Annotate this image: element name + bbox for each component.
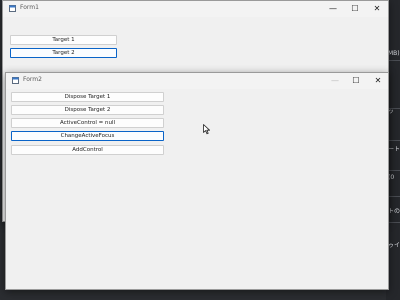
form2-titlebar[interactable]: Form2 — ☐ ✕ (6, 73, 388, 89)
form1-titlebar[interactable]: Form1 — ☐ ✕ (3, 1, 388, 17)
maximize-button[interactable]: ☐ (345, 73, 367, 89)
background-text: ゥイ (388, 242, 400, 249)
app-window-icon (9, 5, 16, 12)
close-button[interactable]: ✕ (367, 73, 389, 89)
minimize-button[interactable]: — (324, 73, 346, 89)
add-control-button[interactable]: AddControl (11, 145, 164, 155)
change-active-focus-button[interactable]: ChangeActiveFocus (11, 131, 164, 141)
mouse-cursor-icon (203, 124, 210, 135)
minimize-button[interactable]: — (322, 1, 344, 17)
background-text: トの (388, 208, 400, 215)
form2-window: Form2 — ☐ ✕ Dispose Target 1 Dispose Tar… (5, 72, 389, 290)
app-window-icon (12, 77, 19, 84)
background-text: MB) (388, 50, 400, 57)
window-title: Form1 (20, 4, 39, 11)
dispose-target1-button[interactable]: Dispose Target 1 (11, 92, 164, 102)
dispose-target2-button[interactable]: Dispose Target 2 (11, 105, 164, 115)
active-control-null-button[interactable]: ActiveControl = null (11, 118, 164, 128)
background-text: ート (388, 146, 400, 153)
target1-button[interactable]: Target 1 (10, 35, 117, 45)
close-button[interactable]: ✕ (366, 1, 388, 17)
window-title: Form2 (23, 76, 42, 83)
target2-button[interactable]: Target 2 (10, 48, 117, 58)
maximize-button[interactable]: ☐ (344, 1, 366, 17)
